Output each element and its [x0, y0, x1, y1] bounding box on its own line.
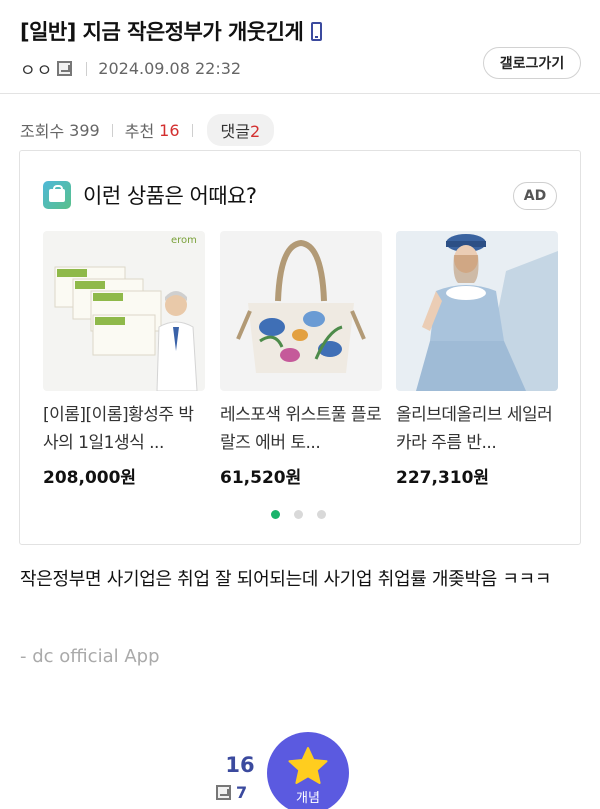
product-card[interactable]: 올리브데올리브 세일러카라 주름 반... 227,310원 [396, 231, 558, 488]
product-name[interactable]: 레스포색 위스트풀 플로랄즈 에버 토... [220, 401, 382, 457]
star-icon [288, 747, 328, 784]
gallog-button[interactable]: 갤로그가기 [483, 47, 581, 79]
product-price: 227,310원 [396, 468, 490, 488]
carousel-dot[interactable] [317, 510, 326, 519]
carousel-dots [271, 510, 340, 519]
fixed-nick-icon [57, 61, 73, 76]
post-meta: ㅇㅇ 2024.09.08 22:32 [20, 56, 241, 81]
shopping-bag-icon [43, 181, 71, 209]
product-name[interactable]: 올리브데올리브 세일러카라 주름 반... [396, 401, 558, 457]
recommend-count: 16 [159, 120, 180, 140]
product-image[interactable] [396, 231, 558, 391]
ad-title: 이런 상품은 어때요? [83, 184, 257, 208]
author-nickname[interactable]: ㅇㅇ [20, 56, 53, 81]
post-title-text: [일반] 지금 작은정부가 개웃긴게 [20, 20, 304, 44]
carousel-dot[interactable] [271, 510, 280, 519]
recommend-button-label: 개념 [296, 791, 320, 806]
post-body: 작은정부면 사기업은 취업 잘 되어되는데 사기업 취업률 개좆박음 ㅋㅋㅋ [20, 569, 552, 590]
product-card[interactable]: 레스포색 위스트풀 플로랄즈 에버 토... 61,520원 [220, 231, 382, 488]
carousel-dot[interactable] [294, 510, 303, 519]
ad-badge[interactable]: AD [513, 182, 557, 210]
recommend-label: 추천 [124, 122, 155, 141]
recommend-vote-count: 16 [225, 753, 255, 777]
product-image[interactable] [220, 231, 382, 391]
comments-count: 2 [249, 122, 261, 141]
views-count: 399 [69, 120, 100, 140]
recommend-button[interactable]: 개념 [267, 732, 349, 809]
ad-header: 이런 상품은 어때요? [43, 180, 257, 210]
product-brand: erom [171, 235, 197, 246]
product-price: 208,000원 [43, 468, 137, 488]
divider [86, 61, 88, 76]
app-signature: - dc official App [20, 646, 160, 667]
product-image[interactable]: erom [43, 231, 205, 391]
comments-label: 댓글 [220, 122, 250, 141]
views-label: 조회수 [20, 122, 65, 141]
comments-button[interactable]: 댓글2 [206, 114, 275, 146]
post-title: [일반] 지금 작은정부가 개웃긴게 [20, 16, 323, 46]
post-date: 2024.09.08 22:32 [98, 59, 242, 78]
divider [191, 123, 193, 137]
fixed-recommend-count: 7 [236, 783, 248, 802]
post-stats: 조회수 399 추천 16 댓글2 [20, 114, 275, 146]
product-name[interactable]: [이롬][이롬]황성주 박사의 1일1생식 ... [43, 401, 205, 457]
divider [111, 123, 113, 137]
post-header: [일반] 지금 작은정부가 개웃긴게 ㅇㅇ 2024.09.08 22:32 갤… [0, 0, 600, 94]
fixed-nick-icon [216, 785, 231, 800]
product-card[interactable]: erom [이롬][이롬]황성주 박사의 1일1생식 ... 208,000원 [43, 231, 205, 488]
fixed-recommend: 7 [216, 783, 247, 802]
mobile-icon [311, 21, 323, 41]
product-price: 61,520원 [220, 468, 302, 488]
ad-recommendation-box: 이런 상품은 어때요? AD erom [이롬][이롬]황성주 박사의 1일1생… [19, 150, 581, 545]
